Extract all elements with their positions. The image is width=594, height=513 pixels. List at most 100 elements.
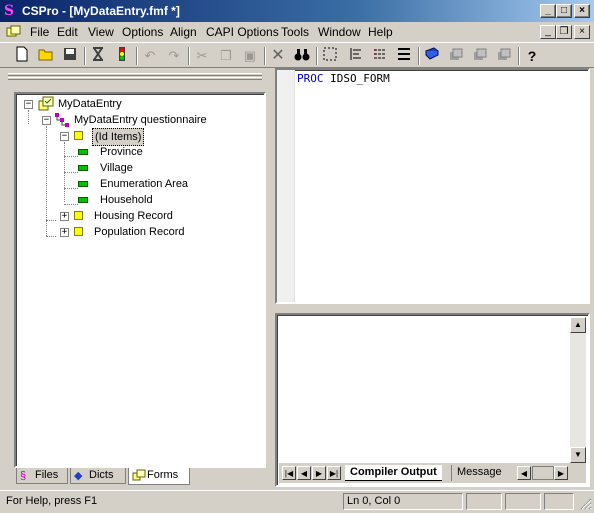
status-pane bbox=[544, 493, 574, 510]
panel-grip[interactable] bbox=[8, 77, 262, 80]
title-bar: S CSPro - [MyDataEntry.fmf *] _ □ × bbox=[0, 0, 594, 22]
undo-icon[interactable]: ↶ bbox=[140, 46, 160, 66]
menu-align[interactable]: Align bbox=[170, 25, 197, 39]
delete-icon[interactable]: ✕ bbox=[268, 46, 288, 66]
menu-options[interactable]: Options bbox=[122, 25, 163, 39]
form-file-icon bbox=[38, 96, 54, 112]
redo-icon[interactable]: ↷ bbox=[164, 46, 184, 66]
tree-node-record[interactable]: + Population Record bbox=[56, 224, 216, 240]
collapse-icon[interactable]: − bbox=[60, 132, 69, 141]
mdi-minimize-button[interactable]: _ bbox=[540, 25, 556, 39]
tab-forms[interactable]: Forms bbox=[128, 468, 190, 485]
status-cursor-position: Ln 0, Col 0 bbox=[343, 493, 463, 510]
expand-icon[interactable]: + bbox=[60, 228, 69, 237]
window-title: CSPro - [MyDataEntry.fmf *] bbox=[22, 4, 180, 18]
help-question-icon[interactable]: ? bbox=[522, 46, 542, 66]
open-folder-icon[interactable] bbox=[36, 46, 56, 66]
logic-editor[interactable]: PROC IDSO_FORM bbox=[275, 68, 590, 304]
menu-tools[interactable]: Tools bbox=[281, 25, 309, 39]
scroll-up-icon[interactable]: ▲ bbox=[570, 317, 586, 333]
forms-stack-icon[interactable] bbox=[446, 46, 466, 66]
tab-scroll-left-icon[interactable]: ◀ bbox=[517, 466, 531, 480]
tab-scroll-right-icon[interactable]: ▶ bbox=[554, 466, 568, 480]
tree-node-field[interactable]: Enumeration Area bbox=[78, 176, 228, 192]
forms-stack2-icon[interactable] bbox=[470, 46, 490, 66]
toolbar-separator bbox=[84, 47, 86, 65]
resize-grip-icon[interactable] bbox=[578, 496, 592, 510]
tree-node-record[interactable]: + Housing Record bbox=[56, 208, 216, 224]
editor-gutter bbox=[277, 70, 295, 302]
collapse-icon[interactable]: − bbox=[24, 100, 33, 109]
tree-label: MyDataEntry questionnaire bbox=[74, 114, 207, 126]
paste-icon[interactable]: ▣ bbox=[240, 46, 260, 66]
status-pane bbox=[505, 493, 541, 510]
tree-label: Province bbox=[100, 146, 143, 158]
align-center-icon[interactable] bbox=[370, 46, 390, 66]
menu-window[interactable]: Window bbox=[318, 25, 361, 39]
save-icon[interactable] bbox=[60, 46, 80, 66]
output-vertical-scrollbar[interactable]: ▲ ▼ bbox=[570, 317, 586, 463]
tree-node-field[interactable]: Village bbox=[78, 160, 228, 176]
tree-label: Household bbox=[100, 194, 153, 206]
align-left-icon[interactable] bbox=[346, 46, 366, 66]
menu-file[interactable]: File bbox=[30, 25, 49, 39]
panel-grip[interactable] bbox=[8, 73, 262, 76]
expand-icon[interactable]: + bbox=[60, 212, 69, 221]
code-identifier: IDSO_FORM bbox=[330, 72, 390, 85]
dictionary-book-icon[interactable] bbox=[422, 46, 442, 66]
toolbar-separator bbox=[136, 47, 138, 65]
menu-view[interactable]: View bbox=[88, 25, 114, 39]
tree-node-root[interactable]: − MyDataEntry bbox=[20, 96, 220, 112]
space-evenly-icon[interactable] bbox=[394, 46, 414, 66]
cspro-app-icon[interactable]: S bbox=[4, 3, 20, 19]
menu-edit[interactable]: Edit bbox=[57, 25, 78, 39]
tab-scrollbar-track[interactable] bbox=[532, 466, 554, 480]
status-help-text: For Help, press F1 bbox=[6, 495, 98, 507]
tab-files[interactable]: § Files bbox=[16, 468, 68, 484]
output-tab-bar: |◀ ◀ ▶ ▶| Compiler Output Message ◀ ▶ bbox=[279, 463, 586, 483]
copy-icon[interactable]: ❐ bbox=[216, 46, 236, 66]
cut-icon[interactable]: ✂ bbox=[192, 46, 212, 66]
minimize-button[interactable]: _ bbox=[540, 4, 556, 18]
tab-label: Forms bbox=[147, 469, 179, 481]
files-icon: § bbox=[20, 470, 27, 482]
toolbar-separator bbox=[188, 47, 190, 65]
code-keyword: PROC bbox=[297, 72, 324, 85]
toolbar-separator bbox=[316, 47, 318, 65]
first-tab-icon[interactable]: |◀ bbox=[282, 466, 296, 480]
menu-help[interactable]: Help bbox=[368, 25, 393, 39]
forms-tree[interactable]: − MyDataEntry − MyDataEntry questionnair… bbox=[14, 92, 266, 468]
maximize-button[interactable]: □ bbox=[556, 4, 572, 18]
compiler-output-pane[interactable]: ▲ ▼ |◀ ◀ ▶ ▶| Compiler Output Message ◀ … bbox=[275, 313, 590, 487]
tab-compiler-output[interactable]: Compiler Output bbox=[345, 465, 442, 481]
mdi-close-button[interactable]: × bbox=[574, 25, 590, 39]
collapse-icon[interactable]: − bbox=[42, 116, 51, 125]
document-system-icon[interactable] bbox=[6, 25, 22, 39]
status-bar: For Help, press F1 Ln 0, Col 0 bbox=[0, 490, 594, 511]
generate-icon[interactable] bbox=[88, 46, 108, 66]
run-traffic-light-icon[interactable] bbox=[112, 46, 132, 66]
new-file-icon[interactable] bbox=[12, 46, 32, 66]
menu-capi-options[interactable]: CAPI Options bbox=[206, 25, 279, 39]
tab-dicts[interactable]: ◆ Dicts bbox=[70, 468, 126, 484]
scroll-down-icon[interactable]: ▼ bbox=[570, 447, 586, 463]
forms-stack3-icon[interactable] bbox=[494, 46, 514, 66]
tab-message[interactable]: Message bbox=[451, 465, 507, 481]
last-tab-icon[interactable]: ▶| bbox=[327, 466, 341, 480]
find-binoculars-icon[interactable] bbox=[292, 46, 312, 66]
tree-node-field[interactable]: Household bbox=[78, 192, 228, 208]
editor-code[interactable]: PROC IDSO_FORM bbox=[297, 72, 390, 85]
tree-connector bbox=[64, 188, 78, 189]
close-button[interactable]: × bbox=[574, 4, 590, 18]
tree-node-questionnaire[interactable]: − MyDataEntry questionnaire bbox=[38, 112, 238, 128]
tree-node-id-items[interactable]: − (Id Items) bbox=[56, 128, 216, 146]
tree-label: Village bbox=[100, 162, 133, 174]
select-box-icon[interactable] bbox=[320, 46, 340, 66]
tree-node-field[interactable]: Province bbox=[78, 144, 228, 160]
forms-icon bbox=[132, 469, 146, 485]
horizontal-splitter[interactable] bbox=[275, 305, 590, 312]
vertical-splitter[interactable] bbox=[268, 68, 274, 488]
mdi-restore-button[interactable]: ❐ bbox=[556, 25, 572, 39]
next-tab-icon[interactable]: ▶ bbox=[312, 466, 326, 480]
prev-tab-icon[interactable]: ◀ bbox=[297, 466, 311, 480]
